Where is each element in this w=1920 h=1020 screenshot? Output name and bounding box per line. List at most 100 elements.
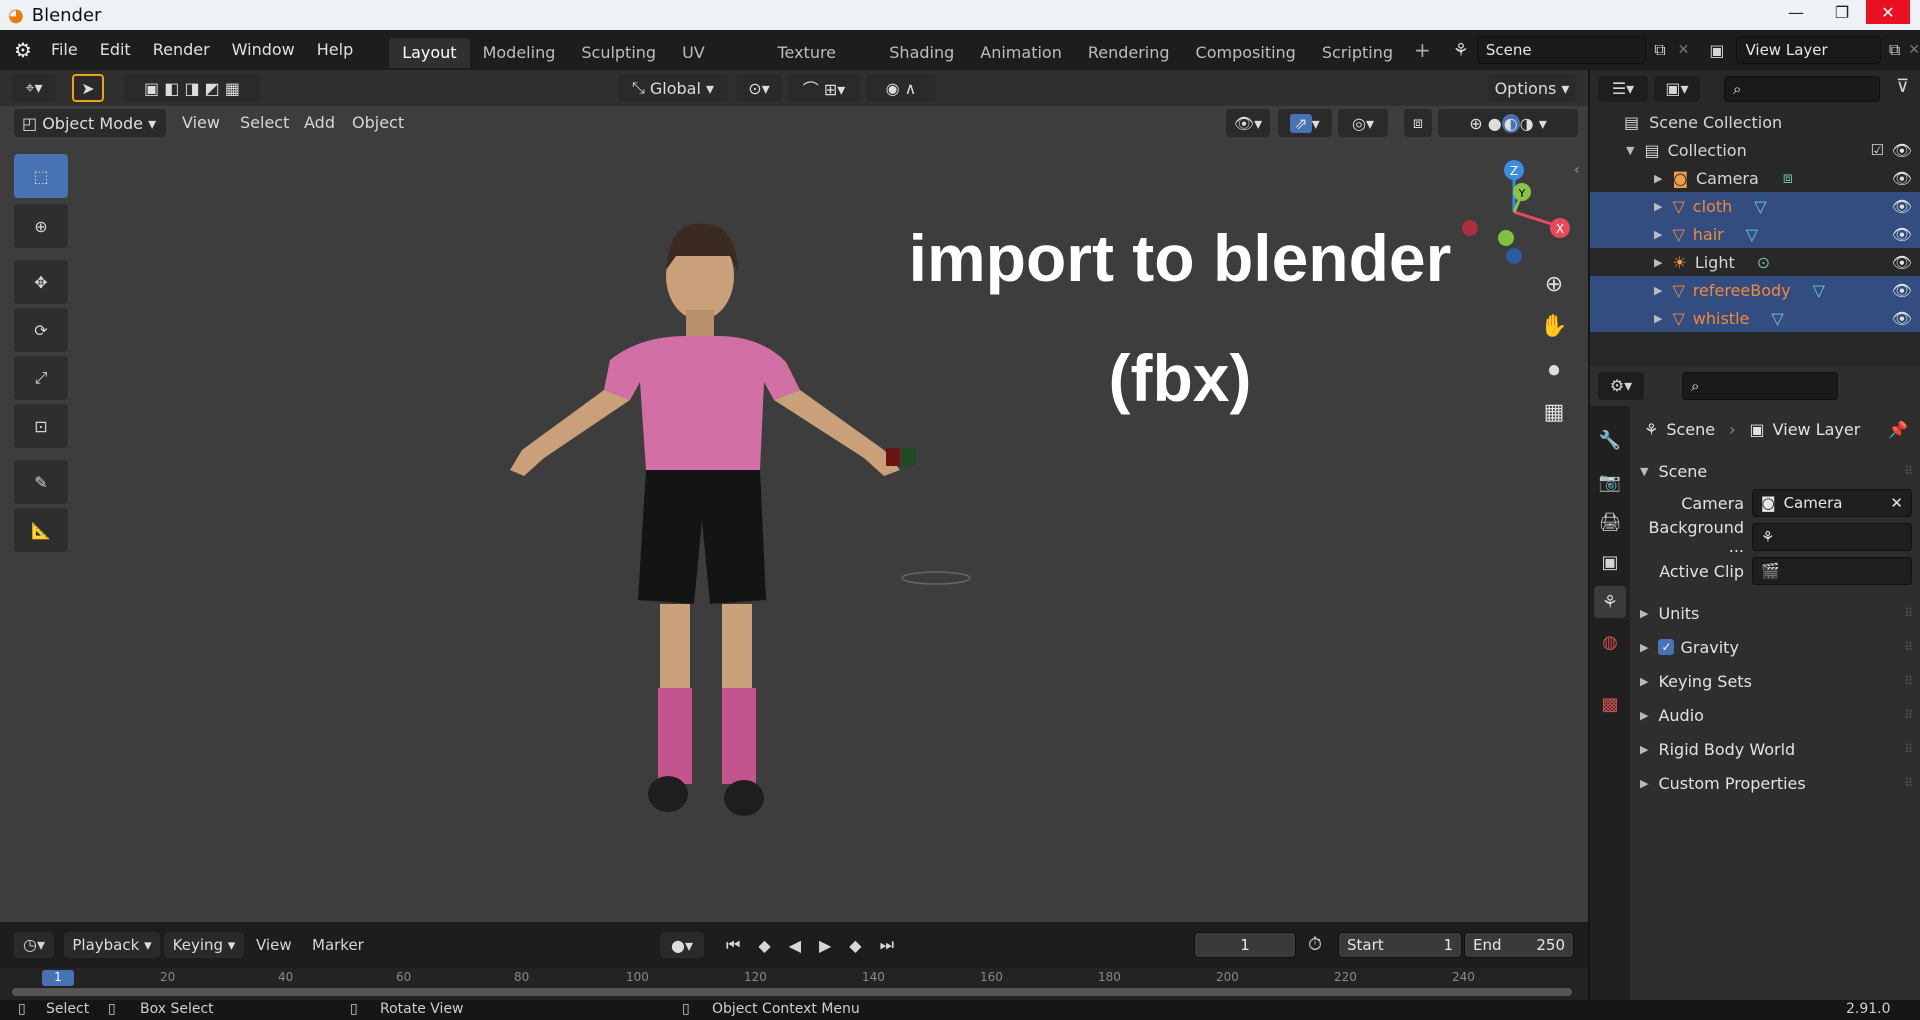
move-tool-icon[interactable]: ✥ [14,260,68,304]
next-keyframe-icon[interactable]: ◆ [849,936,861,955]
viewport-menu-add[interactable]: Add [304,113,335,132]
outliner-item-refereebody[interactable]: ▶ ▽ refereeBody ▽ 👁 [1590,276,1920,304]
current-frame-field[interactable]: 1 [1194,932,1296,958]
rotate-tool-icon[interactable]: ⟳ [14,308,68,352]
end-frame-field[interactable]: End 250 [1464,932,1574,958]
play-reverse-icon[interactable]: ◀ [789,936,801,955]
drag-grip-icon[interactable]: ⠿ [1904,464,1913,478]
viewport-menu-object[interactable]: Object [352,113,404,132]
tab-compositing[interactable]: Compositing [1183,38,1309,68]
play-icon[interactable]: ▶ [819,936,831,955]
shading-modes-icons[interactable]: ⊕ ● ◐ ◑ ▾ [1438,109,1578,137]
add-workspace-icon[interactable]: + [1414,38,1431,62]
outliner-item-cloth[interactable]: ▶ ▽ cloth ▽ 👁 [1590,192,1920,220]
drag-grip-icon[interactable]: ⠿ [1904,708,1913,722]
prev-keyframe-icon[interactable]: ◆ [758,936,770,955]
view-layer-copy-icon[interactable]: ⧉ [1889,40,1900,60]
menu-window[interactable]: Window [221,30,306,70]
eye-icon[interactable]: 👁 [1892,253,1912,272]
expand-arrow-icon[interactable]: ▶ [1654,256,1662,269]
outliner-item-camera[interactable]: ▶ ◙ Camera ⧈ 👁 [1590,164,1920,192]
active-clip-field[interactable]: 🎬 [1752,557,1912,585]
menu-help[interactable]: Help [306,30,364,70]
expand-arrow-icon[interactable]: ▶ [1654,200,1662,213]
expand-arrow-icon[interactable]: ▶ [1654,284,1662,297]
timeline-menu-marker[interactable]: Marker [312,936,364,954]
gravity-panel-header[interactable]: ▶ ✓ Gravity ⠿ [1634,632,1918,662]
tool-tab-icon[interactable]: 🔧 [1594,424,1626,456]
tab-texture-paint[interactable]: Texture Paint [764,38,876,92]
tab-shading[interactable]: Shading [876,38,967,68]
pin-icon[interactable]: 📌 [1888,420,1908,439]
gizmo-toggle-icon[interactable]: ⇗ ▾ [1278,109,1332,137]
jump-end-icon[interactable]: ⏭ [880,935,894,955]
navigation-gizmo[interactable]: Z X Y [1450,156,1580,266]
snapping-icon[interactable]: ⌒ ⊞▾ [788,74,860,102]
tab-rendering[interactable]: Rendering [1075,38,1183,68]
outliner-search-input[interactable]: ⌕ [1724,76,1880,102]
view-layer-remove-icon[interactable]: ✕ [1908,42,1920,58]
scene-tab-icon[interactable]: ⚘ [1594,586,1626,618]
view-layer-field[interactable]: View Layer [1736,36,1881,64]
measure-tool-icon[interactable]: 📐 [14,508,68,552]
background-scene-field[interactable]: ⚘ [1752,523,1912,551]
tab-uv-editing[interactable]: UV Editing [669,38,764,92]
tab-layout[interactable]: Layout [389,38,470,68]
filter-icon[interactable]: ⊽ [1896,76,1909,97]
menu-render[interactable]: Render [142,30,221,70]
restore-button[interactable]: ❐ [1820,0,1864,24]
drag-grip-icon[interactable]: ⠿ [1904,674,1913,688]
properties-editor-icon[interactable]: ⚙▾ [1598,372,1644,400]
timeline-ruler[interactable]: 1 20 40 60 80 100 120 140 160 180 200 22… [0,968,1588,1000]
outliner-item-whistle[interactable]: ▶ ▽ whistle ▽ 👁 [1590,304,1920,332]
eye-icon[interactable]: 👁 [1892,309,1912,328]
start-frame-field[interactable]: Start 1 [1338,932,1462,958]
drag-grip-icon[interactable]: ⠿ [1904,640,1913,654]
rigid-body-world-panel-header[interactable]: ▶ Rigid Body World ⠿ [1634,734,1918,764]
properties-search-input[interactable]: ⌕ [1682,372,1838,400]
eye-icon[interactable]: 👁 [1892,141,1912,160]
scene-icon[interactable]: ⚘ [1453,40,1469,61]
viewport-menu-select[interactable]: Select [240,113,289,132]
scene-panel-header[interactable]: ▼ Scene ⠿ [1634,456,1918,486]
cursor-tool-icon[interactable]: ⊕ [14,204,68,248]
render-tab-icon[interactable]: 📷 [1594,466,1626,498]
selection-mode-icons[interactable]: ▣ ◧ ◨ ◩ ▦ [124,74,260,102]
outliner-item-light[interactable]: ▶ ☀ Light ⊙ 👁 [1590,248,1920,276]
grid-view-icon[interactable]: ▦ [1536,394,1572,430]
scale-tool-icon[interactable]: ⤢ [14,356,68,400]
scene-copy-icon[interactable]: ⧉ [1654,40,1665,60]
camera-field[interactable]: ◙ Camera ✕ [1752,489,1912,517]
camera-view-icon[interactable]: ⏺ [1536,352,1572,388]
timeline-editor-icon[interactable]: ◷▾ [14,932,54,958]
keying-sets-panel-header[interactable]: ▶ Keying Sets ⠿ [1634,666,1918,696]
eye-icon[interactable]: 👁 [1892,169,1912,188]
transform-orientation-dropdown[interactable]: ⤡ Global ▾ [618,74,728,102]
auto-keying-icon[interactable]: ●▾ [660,932,704,958]
eye-icon[interactable]: 👁 [1892,281,1912,300]
eye-icon[interactable]: 👁 [1892,225,1912,244]
menu-file[interactable]: File [40,30,89,70]
drag-grip-icon[interactable]: ⠿ [1904,742,1913,756]
timeline-menu-view[interactable]: View [256,936,292,954]
transform-tool-icon[interactable]: ⊡ [14,404,68,448]
drag-grip-icon[interactable]: ⠿ [1904,776,1913,790]
minimize-button[interactable]: — [1774,0,1818,24]
overlays-icon[interactable]: ◎▾ [1338,109,1388,137]
world-tab-icon[interactable]: ◍ [1594,626,1626,658]
pivot-point-icon[interactable]: ⊙▾ [736,74,782,102]
texture-tab-icon[interactable]: ▩ [1594,688,1626,720]
scene-collection-row[interactable]: ▤ Scene Collection [1590,108,1920,136]
stopwatch-icon[interactable]: ⏱ [1308,934,1322,955]
object-mode-dropdown[interactable]: ◰ Object Mode ▾ [14,109,166,137]
viewport-menu-view[interactable]: View [182,113,220,132]
expand-arrow-icon[interactable]: ▶ [1654,228,1662,241]
scene-field[interactable]: Scene [1476,36,1647,64]
playback-menu[interactable]: Playback ▾ [64,932,160,958]
output-tab-icon[interactable]: 🖨 [1594,506,1626,538]
keying-menu[interactable]: Keying ▾ [164,932,244,958]
proportional-editing-icon[interactable]: ◉ ∧ [866,74,936,102]
3d-viewport[interactable]: ⌖▾ ➤ ▣ ◧ ◨ ◩ ▦ ⤡ Global ▾ ⊙▾ ⌒ ⊞▾ ◉ ∧ Op… [0,70,1588,922]
visibility-icon[interactable]: 👁▾ [1226,109,1270,137]
referee-character-model[interactable] [480,200,1020,920]
